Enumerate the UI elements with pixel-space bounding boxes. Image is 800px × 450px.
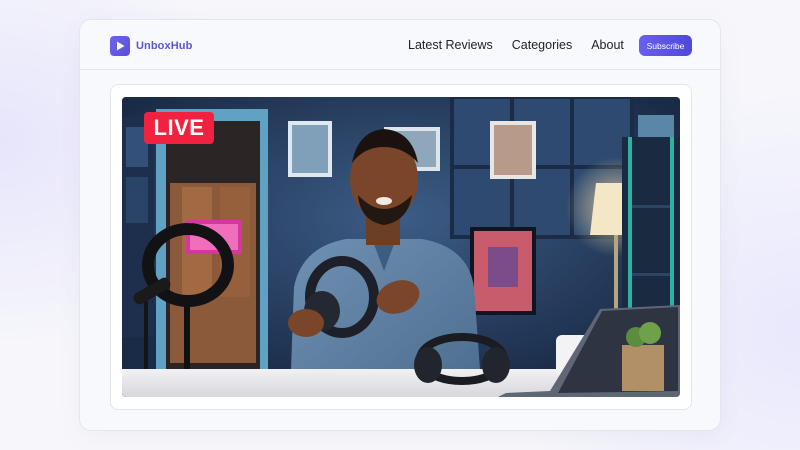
nav-link-about[interactable]: About <box>591 37 624 53</box>
video-frame: LIVE <box>110 84 692 410</box>
live-badge: LIVE <box>144 112 214 144</box>
subscribe-button[interactable]: Subscribe <box>639 35 692 56</box>
top-navbar: UnboxHub Latest Reviews Categories About… <box>80 20 720 70</box>
nav-link-categories[interactable]: Categories <box>512 37 572 53</box>
video-player[interactable]: LIVE <box>122 97 680 397</box>
main-card: UnboxHub Latest Reviews Categories About… <box>79 19 721 431</box>
play-icon <box>110 36 130 56</box>
brand[interactable]: UnboxHub <box>110 36 192 56</box>
brand-name: UnboxHub <box>136 40 193 52</box>
nav-link-latest-reviews[interactable]: Latest Reviews <box>408 37 493 53</box>
nav-links: Latest Reviews Categories About <box>408 37 624 53</box>
